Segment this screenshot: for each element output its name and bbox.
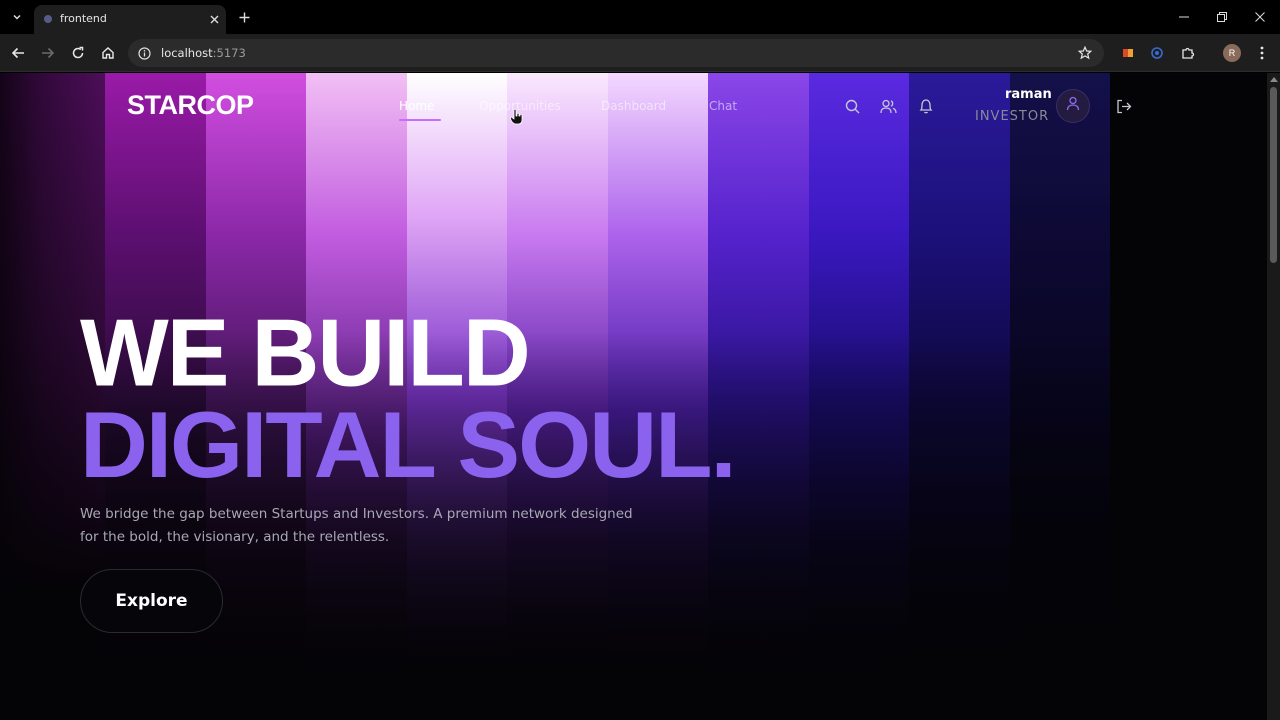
user-role: INVESTOR [975, 109, 1050, 124]
new-tab-plus-icon[interactable] [234, 7, 254, 27]
profile-avatar[interactable]: R [1223, 44, 1241, 62]
extension-1-icon[interactable] [1119, 44, 1137, 62]
tab-search-chevron-icon[interactable] [6, 7, 28, 27]
tab-title: frontend [60, 12, 107, 25]
hero-title-line-1: WE BUILD [80, 298, 531, 407]
minimize-icon[interactable] [1173, 6, 1195, 28]
reload-icon[interactable] [67, 42, 89, 64]
explore-button[interactable]: Explore [80, 569, 223, 633]
page-viewport: STARCOP Home Opportunities Dashboard Cha… [0, 73, 1267, 720]
profile-initial: R [1228, 48, 1236, 58]
browser-tab[interactable]: frontend [34, 5, 226, 34]
home-icon[interactable] [97, 42, 119, 64]
hero-title-line-2: DIGITAL SOUL. [80, 392, 737, 497]
page-scrollbar[interactable] [1267, 73, 1280, 720]
address-bar[interactable]: localhost:5173 [128, 39, 1104, 67]
nav-active-underline [399, 119, 441, 121]
logout-icon[interactable] [1115, 97, 1133, 115]
url-port: :5173 [212, 46, 246, 60]
mouse-cursor-icon [510, 108, 524, 125]
hero-subtitle: We bridge the gap between Startups and I… [80, 506, 633, 545]
url-text: localhost:5173 [161, 46, 246, 60]
user-name: raman [1005, 87, 1052, 102]
tab-favicon-icon [44, 15, 52, 23]
nav-dashboard[interactable]: Dashboard [601, 99, 666, 113]
browser-toolbar: localhost:5173 R [0, 34, 1280, 72]
window-close-icon[interactable] [1249, 6, 1271, 28]
bell-icon[interactable] [917, 97, 935, 115]
close-icon[interactable] [206, 11, 222, 27]
user-icon [1066, 96, 1080, 116]
search-icon[interactable] [843, 97, 861, 115]
scrollbar-thumb[interactable] [1270, 87, 1277, 263]
extension-2-icon[interactable] [1148, 44, 1166, 62]
back-arrow-icon[interactable] [7, 42, 29, 64]
bookmark-star-icon[interactable] [1076, 44, 1094, 62]
nav-home[interactable]: Home [399, 99, 434, 113]
url-host: localhost [161, 46, 213, 60]
user-avatar[interactable] [1056, 89, 1090, 123]
site-logo[interactable]: STARCOP [127, 90, 254, 121]
extensions-puzzle-icon[interactable] [1179, 44, 1197, 62]
site-info-icon[interactable] [136, 45, 152, 61]
nav-chat[interactable]: Chat [709, 99, 737, 113]
scroll-up-arrow-icon[interactable] [1270, 77, 1278, 82]
browser-tab-bar: frontend [0, 0, 1280, 34]
site-navbar: STARCOP Home Opportunities Dashboard Cha… [0, 73, 1267, 143]
users-icon[interactable] [879, 97, 897, 115]
restore-icon[interactable] [1211, 6, 1233, 28]
browser-menu-kebab-icon[interactable] [1253, 44, 1271, 62]
forward-arrow-icon[interactable] [37, 42, 59, 64]
